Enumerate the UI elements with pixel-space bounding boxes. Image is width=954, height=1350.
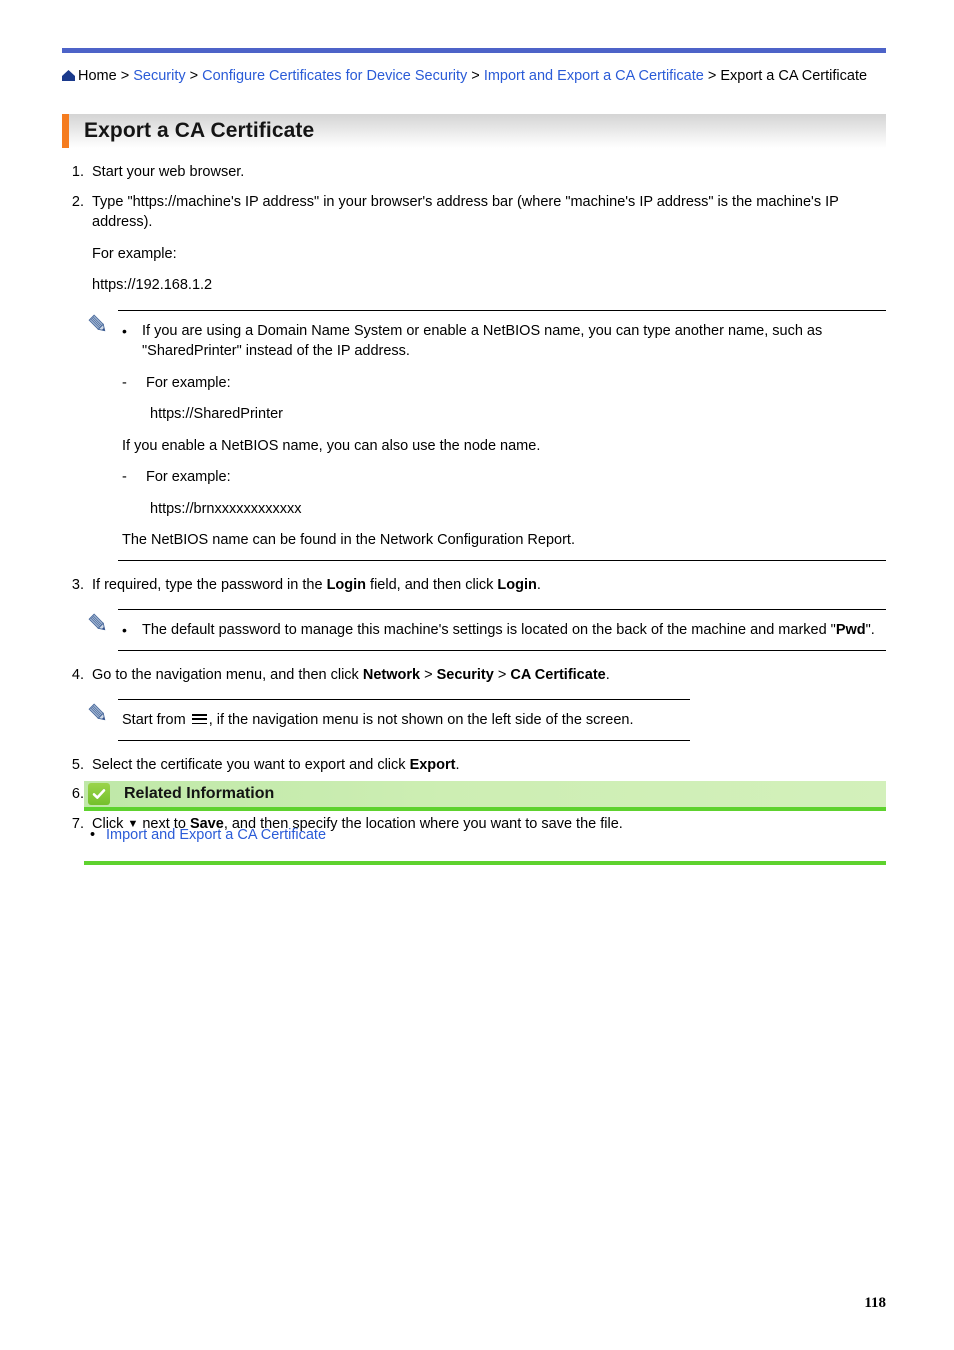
step-5-prefix: Select the certificate you want to expor…	[92, 756, 410, 773]
step-4-bold-ca-certificate: CA Certificate	[510, 666, 606, 683]
breadcrumb-item-security[interactable]: Security	[133, 68, 185, 84]
step-5: 5. Select the certificate you want to ex…	[62, 755, 886, 776]
step-4-bold-network: Network	[362, 666, 421, 683]
step-3-text: If required, type the password in the Lo…	[92, 575, 886, 596]
note-2-prefix: The default password to manage this mach…	[142, 622, 836, 638]
note-1-line-1: If you enable a NetBIOS name, you can al…	[122, 437, 541, 454]
note-1-line-2: The NetBIOS name can be found in the Net…	[122, 532, 575, 548]
note-1-example-label-2: For example:	[146, 469, 231, 485]
breadcrumb-item-configure-certificates[interactable]: Configure Certificates for Device Securi…	[202, 68, 467, 84]
related-information-section: Related Information • Import and Export …	[84, 781, 886, 865]
step-4-bold-security: Security	[436, 666, 494, 683]
step-4-prefix: Go to the navigation menu, and then clic…	[92, 666, 363, 683]
step-4-text: Go to the navigation menu, and then clic…	[92, 665, 886, 686]
note-1-dash-2: -	[122, 469, 127, 485]
document-page: Home > Security > Configure Certificates…	[0, 0, 954, 1350]
breadcrumb-separator-3: >	[467, 68, 484, 84]
procedure-steps: 1. Start your web browser. 2. Type "http…	[62, 162, 886, 844]
step-1-number: 1.	[71, 164, 84, 180]
checkmark-badge-icon	[88, 783, 110, 805]
breadcrumb-separator-2: >	[185, 68, 203, 84]
note-1-bullet-text: If you are using a Domain Name System or…	[142, 322, 823, 360]
step-2-text: Type "https://machine's IP address" in y…	[92, 193, 839, 231]
note-1-bullet-row: • If you are using a Domain Name System …	[118, 321, 886, 362]
hamburger-menu-icon	[191, 714, 207, 725]
note-1-dash-row-2: - For example:	[118, 467, 886, 488]
step-4-sep-2: >	[493, 666, 511, 683]
step-3-suffix: .	[536, 576, 541, 593]
step-4-suffix: .	[605, 666, 610, 683]
note-1-dash-row-1: - For example:	[118, 373, 886, 394]
step-2-number: 2.	[71, 193, 84, 210]
page-title-band: Export a CA Certificate	[62, 114, 886, 148]
step-4: 4. Go to the navigation menu, and then c…	[62, 665, 886, 686]
note-box-1: • If you are using a Domain Name System …	[62, 309, 886, 561]
step-2-example-url: https://192.168.1.2	[92, 277, 213, 293]
related-information-title: Related Information	[124, 785, 275, 802]
page-number: 118	[864, 1295, 886, 1311]
related-information-list: • Import and Export a CA Certificate	[84, 811, 886, 865]
step-4-number: 4.	[71, 666, 84, 683]
related-item-bullet: •	[90, 827, 96, 843]
note-3-suffix: , if the navigation menu is not shown on…	[208, 712, 634, 728]
related-link-import-export-ca-certificate[interactable]: Import and Export a CA Certificate	[106, 825, 326, 845]
page-title: Export a CA Certificate	[84, 119, 315, 142]
step-1: 1. Start your web browser.	[62, 162, 886, 183]
note-1-example-value-2: https://brnxxxxxxxxxxxx	[150, 500, 302, 517]
list-item[interactable]: • Import and Export a CA Certificate	[84, 825, 886, 845]
note-box-3: Start from , if the navigation menu is n…	[62, 699, 886, 741]
note-2-text: The default password to manage this mach…	[142, 620, 886, 641]
breadcrumb-item-current: Export a CA Certificate	[720, 68, 868, 84]
step-4-sep-1: >	[420, 666, 437, 683]
note-3-prefix: Start from	[122, 712, 190, 728]
breadcrumb: Home > Security > Configure Certificates…	[62, 66, 886, 87]
step-3-bold-login-field: Login	[326, 576, 367, 593]
step-3-number: 3.	[71, 576, 84, 593]
note-box-3-content: Start from , if the navigation menu is n…	[118, 699, 690, 741]
note-box-2: • The default password to manage this ma…	[62, 609, 886, 651]
title-accent-bar	[62, 114, 69, 148]
step-3-bold-login-button: Login	[497, 576, 537, 593]
step-5-number: 5.	[71, 756, 84, 773]
note-1-dash-1: -	[122, 374, 127, 391]
note-2-bullet: •	[122, 622, 127, 638]
pencil-icon	[86, 312, 110, 336]
step-3: 3. If required, type the password in the…	[62, 575, 886, 596]
related-information-header: Related Information	[84, 781, 886, 811]
breadcrumb-separator-1: >	[116, 68, 134, 84]
note-1-bullet: •	[122, 322, 127, 339]
pencil-icon	[86, 611, 110, 635]
step-3-prefix: If required, type the password in the	[92, 576, 327, 593]
step-2: 2. Type "https://machine's IP address" i…	[62, 192, 886, 296]
breadcrumb-item-import-export[interactable]: Import and Export a CA Certificate	[484, 68, 704, 84]
note-box-2-content: • The default password to manage this ma…	[118, 609, 886, 651]
top-divider-rule	[62, 48, 886, 53]
note-2-bullet-row: • The default password to manage this ma…	[118, 620, 886, 641]
step-5-bold-export: Export	[409, 756, 456, 773]
breadcrumb-separator-4: >	[703, 68, 721, 84]
note-box-1-content: • If you are using a Domain Name System …	[118, 309, 886, 561]
note-2-bold-pwd: Pwd	[835, 622, 866, 638]
step-3-middle: field, and then click	[366, 576, 498, 593]
step-5-text: Select the certificate you want to expor…	[92, 755, 886, 776]
note-1-example-label-1: For example:	[146, 374, 231, 391]
step-1-text: Start your web browser.	[92, 164, 245, 180]
step-2-example-label: For example:	[92, 245, 177, 262]
home-icon	[62, 70, 75, 81]
note-2-suffix: ".	[865, 622, 875, 638]
breadcrumb-home-label[interactable]: Home	[78, 68, 117, 84]
note-1-example-value-1: https://SharedPrinter	[150, 406, 283, 422]
step-5-suffix: .	[455, 756, 460, 773]
pencil-icon	[86, 701, 110, 725]
step-2-body: Type "https://machine's IP address" in y…	[92, 192, 886, 296]
note-3-text: Start from , if the navigation menu is n…	[118, 710, 690, 731]
